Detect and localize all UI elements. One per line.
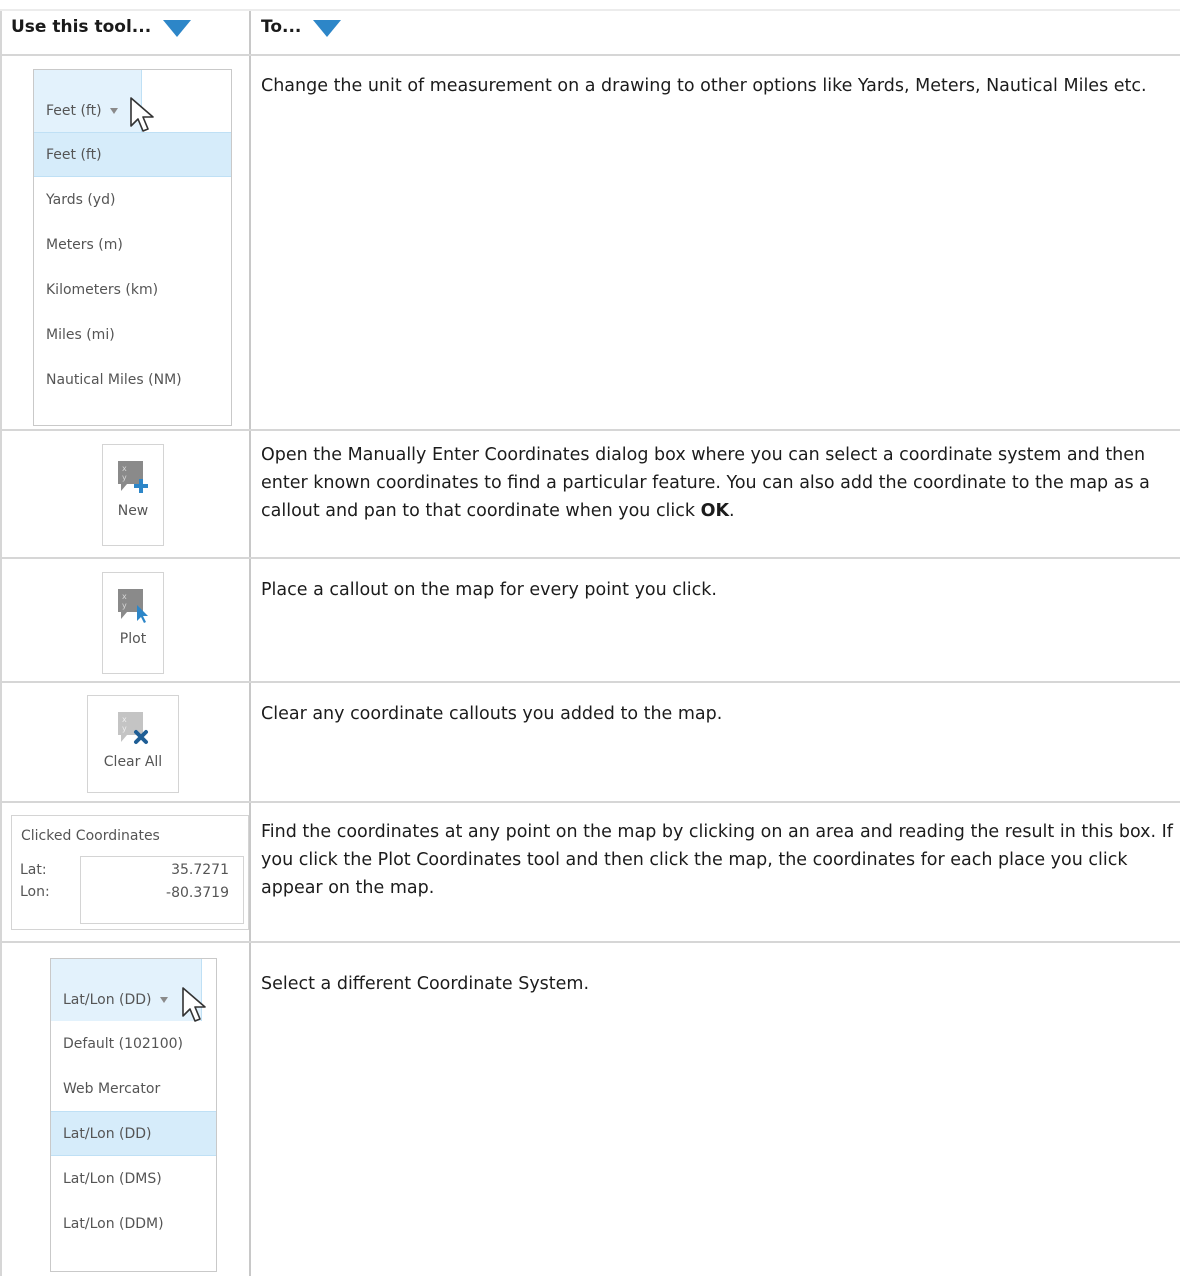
- lon-value: -80.3719: [166, 885, 229, 901]
- unit-option[interactable]: Yards (yd): [34, 177, 231, 222]
- coordinate-system-option[interactable]: Default (102100): [51, 1021, 216, 1066]
- unit-option[interactable]: Feet (ft): [34, 132, 231, 177]
- new-description: Open the Manually Enter Coordinates dial…: [261, 441, 1176, 525]
- chevron-down-icon[interactable]: [109, 108, 118, 114]
- header-action-column[interactable]: To...: [261, 0, 342, 54]
- svg-text:x: x: [122, 715, 127, 724]
- clear-all-description: Clear any coordinate callouts you added …: [261, 704, 723, 724]
- new-coordinate-button[interactable]: x y New: [102, 444, 164, 546]
- sort-arrow-icon[interactable]: [313, 19, 342, 37]
- row-divider: [0, 801, 1180, 803]
- table-left-border: [0, 10, 2, 1276]
- row-divider: [0, 941, 1180, 943]
- coordinate-system-option-label: Web Mercator: [63, 1080, 161, 1097]
- coordinate-system-current[interactable]: Lat/Lon (DD): [63, 992, 168, 1008]
- lat-label: Lat:: [20, 862, 47, 878]
- plot-description: Place a callout on the map for every poi…: [261, 580, 717, 600]
- coordinate-system-option-label: Default (102100): [63, 1035, 183, 1052]
- unit-option-label: Kilometers (km): [46, 281, 159, 298]
- clear-all-button[interactable]: x y Clear All: [87, 695, 179, 793]
- unit-current-label: Feet (ft): [46, 103, 102, 119]
- unit-option[interactable]: Miles (mi): [34, 312, 231, 357]
- mouse-pointer-icon: [130, 97, 154, 132]
- new-description-end: .: [729, 501, 735, 521]
- row-divider: [0, 429, 1180, 431]
- coordinate-system-option-label: Lat/Lon (DD): [63, 1125, 152, 1142]
- unit-option-label: Miles (mi): [46, 326, 115, 343]
- header-divider: [0, 54, 1180, 56]
- unit-option-label: Meters (m): [46, 236, 123, 253]
- coordinate-system-option[interactable]: Lat/Lon (DD): [51, 1111, 216, 1156]
- unit-option-label: Feet (ft): [46, 146, 102, 163]
- coordinates-readout-box: 35.7271 -80.3719: [80, 856, 244, 924]
- svg-text:y: y: [122, 601, 127, 610]
- coordinate-clear-icon: x y: [118, 712, 148, 744]
- unit-dropdown-selected-bg: [34, 70, 142, 132]
- coordinate-system-option[interactable]: Lat/Lon (DDM): [51, 1201, 216, 1246]
- row-divider: [0, 557, 1180, 559]
- column-divider: [249, 10, 251, 1276]
- unit-option[interactable]: Kilometers (km): [34, 267, 231, 312]
- row-divider: [0, 681, 1180, 683]
- clicked-coordinates-title: Clicked Coordinates: [21, 828, 160, 844]
- svg-text:x: x: [122, 592, 127, 601]
- coordinate-system-option-label: Lat/Lon (DDM): [63, 1215, 164, 1232]
- sort-arrow-icon[interactable]: [163, 19, 192, 37]
- unit-dropdown-current[interactable]: Feet (ft): [46, 103, 118, 119]
- plot-button[interactable]: x y Plot: [102, 572, 164, 674]
- unit-option-label: Yards (yd): [46, 191, 116, 208]
- header-tool-label: Use this tool...: [11, 17, 152, 37]
- mouse-pointer-icon: [182, 987, 206, 1022]
- ok-keyword: OK: [700, 501, 730, 521]
- units-description: Change the unit of measurement on a draw…: [261, 76, 1147, 96]
- clicked-coordinates-description: Find the coordinates at any point on the…: [261, 822, 1173, 898]
- coordinate-plot-icon: x y: [118, 589, 148, 623]
- coordinate-system-description: Select a different Coordinate System.: [261, 974, 590, 994]
- new-button-label: New: [117, 503, 149, 519]
- coordinate-system-option[interactable]: Lat/Lon (DMS): [51, 1156, 216, 1201]
- tool-reference-table: Use this tool... To... Feet (ft) Feet (f…: [0, 0, 1180, 1276]
- clicked-coordinates-panel: Clicked Coordinates Lat: Lon: 35.7271 -8…: [11, 815, 249, 930]
- chevron-down-icon[interactable]: [159, 997, 168, 1003]
- coordinate-system-option-label: Lat/Lon (DMS): [63, 1170, 162, 1187]
- header-tool-column[interactable]: Use this tool...: [11, 0, 192, 54]
- svg-text:y: y: [122, 473, 127, 482]
- clear-all-label: Clear All: [103, 754, 163, 770]
- svg-text:x: x: [122, 464, 127, 473]
- coordinate-system-option[interactable]: Web Mercator: [51, 1066, 216, 1111]
- plot-button-label: Plot: [119, 631, 147, 647]
- header-action-label: To...: [261, 17, 302, 37]
- unit-option[interactable]: Nautical Miles (NM): [34, 357, 231, 402]
- unit-option[interactable]: Meters (m): [34, 222, 231, 267]
- coordinate-system-current-label: Lat/Lon (DD): [63, 992, 152, 1008]
- lon-label: Lon:: [20, 884, 50, 900]
- unit-option-label: Nautical Miles (NM): [46, 371, 182, 388]
- svg-text:y: y: [122, 724, 127, 733]
- coordinate-add-icon: x y: [118, 461, 148, 493]
- lat-value: 35.7271: [171, 862, 229, 878]
